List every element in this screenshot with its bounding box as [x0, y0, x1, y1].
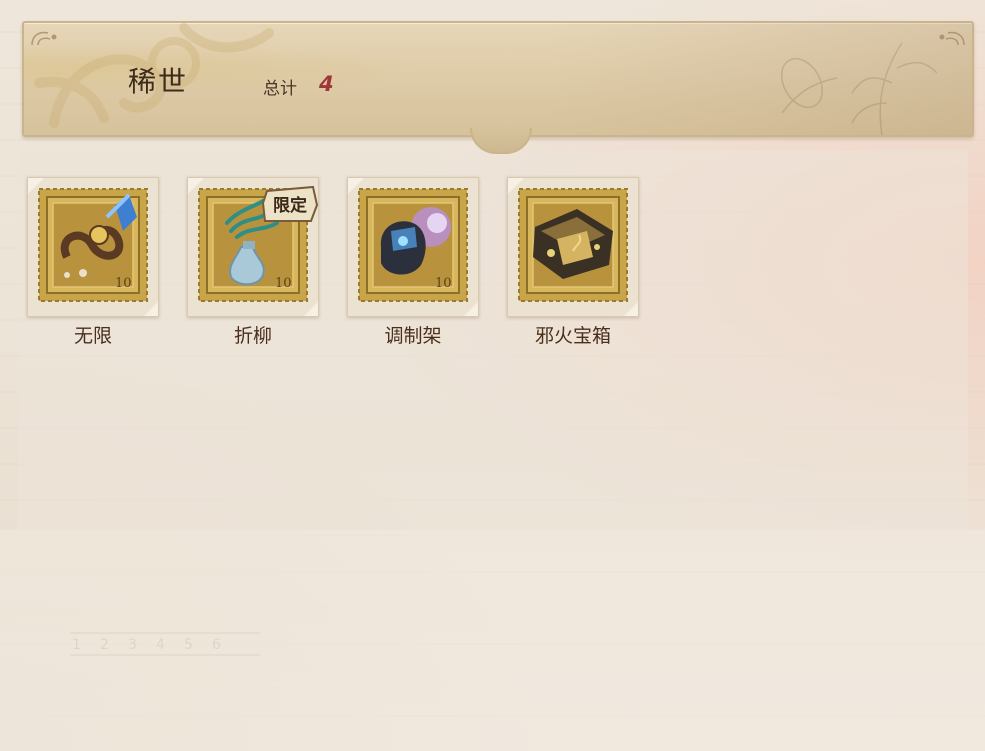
svg-text:5: 5 [184, 637, 193, 653]
total-count-value: 4 [319, 72, 334, 96]
background-ruler-decoration: 1 2 3 4 5 6 [70, 632, 260, 656]
card-corner-fold [144, 302, 158, 316]
item-name: 折柳 [233, 325, 272, 347]
svg-text:3: 3 [128, 637, 137, 653]
item-card-xiehuobaoxiang[interactable]: 邪火宝箱 [507, 177, 639, 347]
card-corner-fold [304, 302, 318, 316]
category-title: 稀世 [128, 65, 189, 98]
item-name: 无限 [73, 325, 112, 347]
svg-text:4: 4 [156, 637, 165, 653]
svg-text:1: 1 [72, 637, 81, 653]
item-card-zheliu[interactable]: 10 限定 折柳 [187, 177, 319, 347]
svg-text:2: 2 [100, 637, 109, 653]
svg-text:10: 10 [275, 276, 292, 291]
gold-stamp-icon: 10 [358, 188, 468, 302]
item-card-wuxian[interactable]: 10 无限 [27, 177, 159, 347]
card-corner-fold [624, 302, 638, 316]
svg-text:6: 6 [212, 637, 221, 653]
item-name: 邪火宝箱 [534, 325, 611, 347]
card-corner-fold [464, 302, 478, 316]
gold-stamp-icon: 10 [38, 188, 148, 302]
svg-text:10: 10 [435, 276, 452, 291]
item-card-tiaozhijia[interactable]: 10 调制架 [347, 177, 479, 347]
svg-text:10: 10 [115, 276, 132, 291]
limited-badge: 限定 [261, 185, 319, 222]
item-name: 调制架 [384, 325, 442, 347]
total-count-label: 总计 [263, 79, 297, 99]
content-background [18, 150, 968, 530]
gold-stamp-icon [518, 188, 628, 302]
svg-text:限定: 限定 [273, 195, 307, 216]
